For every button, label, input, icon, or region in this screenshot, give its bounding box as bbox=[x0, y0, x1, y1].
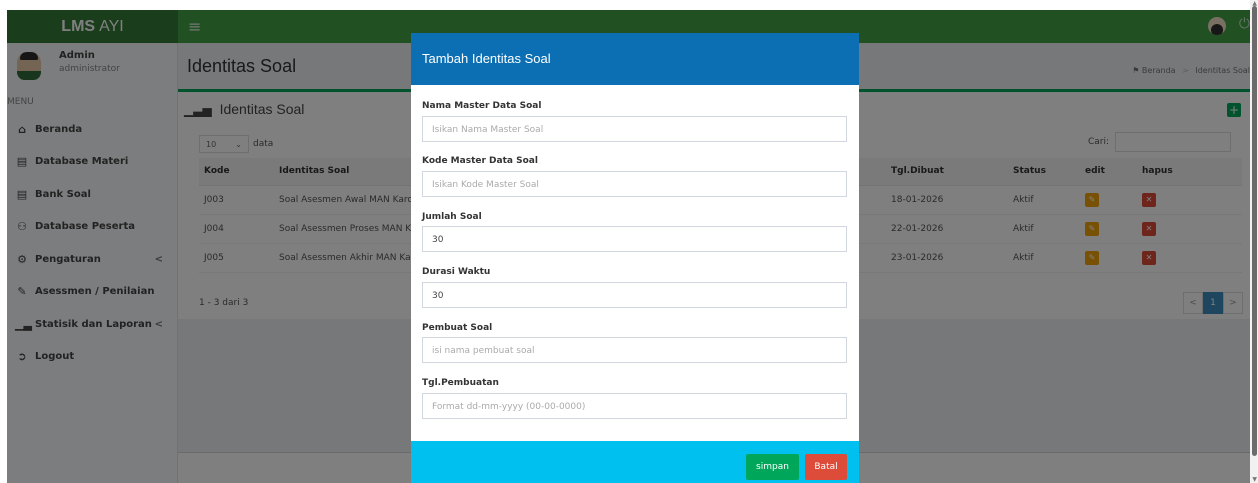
scroll-down-icon[interactable]: ▼ bbox=[1252, 476, 1257, 483]
modal-title: Tambah Identitas Soal bbox=[411, 33, 859, 85]
jumlah-soal-input[interactable]: 30 bbox=[422, 226, 847, 252]
field-label-pembuat: Pembuat Soal bbox=[422, 323, 493, 333]
field-label-jumlah: Jumlah Soal bbox=[422, 212, 482, 222]
cancel-button[interactable]: Batal bbox=[805, 454, 847, 480]
durasi-waktu-input[interactable]: 30 bbox=[422, 282, 847, 308]
pembuat-soal-input[interactable]: isi nama pembuat soal bbox=[422, 337, 847, 363]
scroll-thumb[interactable] bbox=[1252, 6, 1257, 456]
save-button[interactable]: simpan bbox=[746, 454, 799, 480]
field-label-nama: Nama Master Data Soal bbox=[422, 101, 542, 111]
tgl-pembuatan-input[interactable]: Format dd-mm-yyyy (00-00-0000) bbox=[422, 393, 847, 419]
kode-master-input[interactable]: Isikan Kode Master Soal bbox=[422, 171, 847, 197]
modal-footer: simpan Batal bbox=[411, 441, 859, 483]
field-label-durasi: Durasi Waktu bbox=[422, 267, 491, 277]
add-identitas-modal: Tambah Identitas Soal Nama Master Data S… bbox=[411, 33, 859, 483]
field-label-tgl: Tgl.Pembuatan bbox=[422, 378, 499, 388]
nama-master-input[interactable]: Isikan Nama Master Soal bbox=[422, 116, 847, 142]
scrollbar[interactable]: ▲ ▼ bbox=[1250, 0, 1258, 483]
modal-body: Nama Master Data Soal Isikan Nama Master… bbox=[411, 85, 859, 441]
field-label-kode: Kode Master Data Soal bbox=[422, 156, 538, 166]
